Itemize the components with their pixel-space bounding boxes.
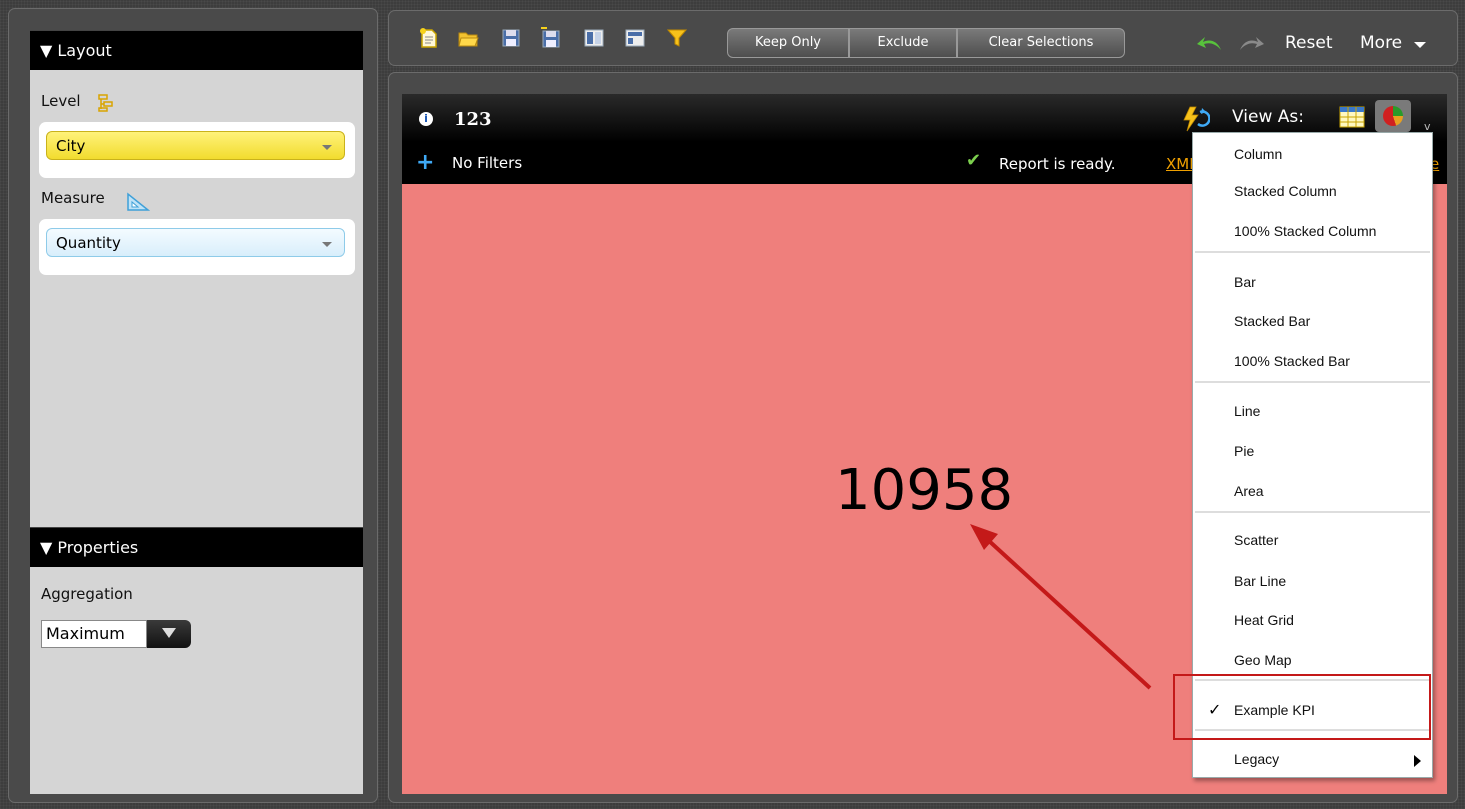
menu-item-scatter[interactable]: Scatter (1234, 532, 1278, 548)
level-dropdown[interactable]: City (46, 131, 345, 160)
layout-view-icon[interactable] (624, 27, 646, 49)
level-combo-container: City (39, 122, 355, 178)
add-filter-icon[interactable]: + (416, 152, 434, 174)
menu-item-heat-grid[interactable]: Heat Grid (1234, 612, 1294, 628)
submenu-arrow-icon (1414, 755, 1421, 767)
ruler-icon (127, 192, 150, 211)
properties-section-title: ▼ Properties (40, 538, 139, 557)
new-report-icon[interactable] (418, 27, 440, 49)
level-dropdown-value: City (56, 137, 86, 155)
keep-only-button[interactable]: Keep Only (727, 28, 849, 58)
annotation-highlight-box (1173, 674, 1431, 740)
layout-section-title: ▼ Layout (40, 41, 112, 60)
menu-item-legacy[interactable]: Legacy (1234, 751, 1279, 767)
filter-icon[interactable] (666, 27, 688, 49)
measure-label: Measure (41, 189, 105, 207)
caret-down-icon[interactable] (1414, 42, 1426, 48)
menu-item-100-stacked-bar[interactable]: 100% Stacked Bar (1234, 353, 1350, 369)
info-icon[interactable]: i (419, 112, 433, 126)
checkmark-icon: ✔ (966, 150, 982, 171)
save-icon[interactable] (500, 27, 522, 49)
view-as-label: View As: (1232, 107, 1304, 127)
menu-item-bar[interactable]: Bar (1234, 274, 1256, 290)
redo-icon[interactable] (1238, 34, 1266, 52)
undo-icon[interactable] (1195, 34, 1223, 52)
menu-item-stacked-bar[interactable]: Stacked Bar (1234, 313, 1310, 329)
filters-status[interactable]: No Filters (452, 154, 522, 172)
menu-divider (1195, 511, 1430, 513)
measure-dropdown[interactable]: Quantity (46, 228, 345, 257)
split-view-icon[interactable] (583, 27, 605, 49)
grid-view-icon[interactable] (1337, 104, 1367, 130)
layout-section-header[interactable]: ▼ Layout (30, 30, 363, 70)
chevron-down-icon (322, 145, 332, 150)
save-as-icon[interactable] (540, 27, 562, 49)
aggregation-select[interactable]: Maximum (41, 620, 191, 648)
menu-divider (1195, 381, 1430, 383)
layout-panel: ▼ Layout Level City Measure Quantity ▼ P… (30, 30, 363, 794)
hierarchy-icon (98, 94, 113, 112)
aggregation-select-value: Maximum (41, 620, 147, 648)
menu-item-pie[interactable]: Pie (1234, 443, 1254, 459)
menu-item-stacked-column[interactable]: Stacked Column (1234, 183, 1337, 199)
menu-item-area[interactable]: Area (1234, 483, 1264, 499)
measure-combo-container: Quantity (39, 219, 355, 275)
report-status-text: Report is ready. (999, 155, 1116, 173)
open-folder-icon[interactable] (457, 27, 479, 49)
menu-item-bar-line[interactable]: Bar Line (1234, 573, 1286, 589)
measure-dropdown-value: Quantity (56, 234, 121, 252)
chevron-down-icon (322, 242, 332, 247)
menu-item-line[interactable]: Line (1234, 403, 1260, 419)
report-title: 123 (454, 109, 492, 130)
menu-item-geo-map[interactable]: Geo Map (1234, 652, 1292, 668)
level-label: Level (41, 92, 81, 110)
menu-item-column[interactable]: Column (1234, 146, 1282, 162)
kpi-value: 10958 (835, 458, 1014, 523)
pie-chart-icon[interactable] (1375, 100, 1411, 132)
reset-button[interactable]: Reset (1285, 33, 1333, 53)
dropdown-arrow-icon[interactable] (147, 620, 191, 648)
clear-selections-button[interactable]: Clear Selections (957, 28, 1125, 58)
menu-item-100-stacked-column[interactable]: 100% Stacked Column (1234, 223, 1376, 239)
aggregation-label: Aggregation (41, 585, 133, 603)
properties-section-header[interactable]: ▼ Properties (30, 527, 363, 567)
xml-link[interactable]: XML (1166, 155, 1192, 173)
more-menu-button[interactable]: More (1360, 33, 1402, 53)
auto-refresh-icon[interactable] (1180, 106, 1210, 132)
menu-divider (1195, 251, 1430, 253)
exclude-button[interactable]: Exclude (849, 28, 957, 58)
